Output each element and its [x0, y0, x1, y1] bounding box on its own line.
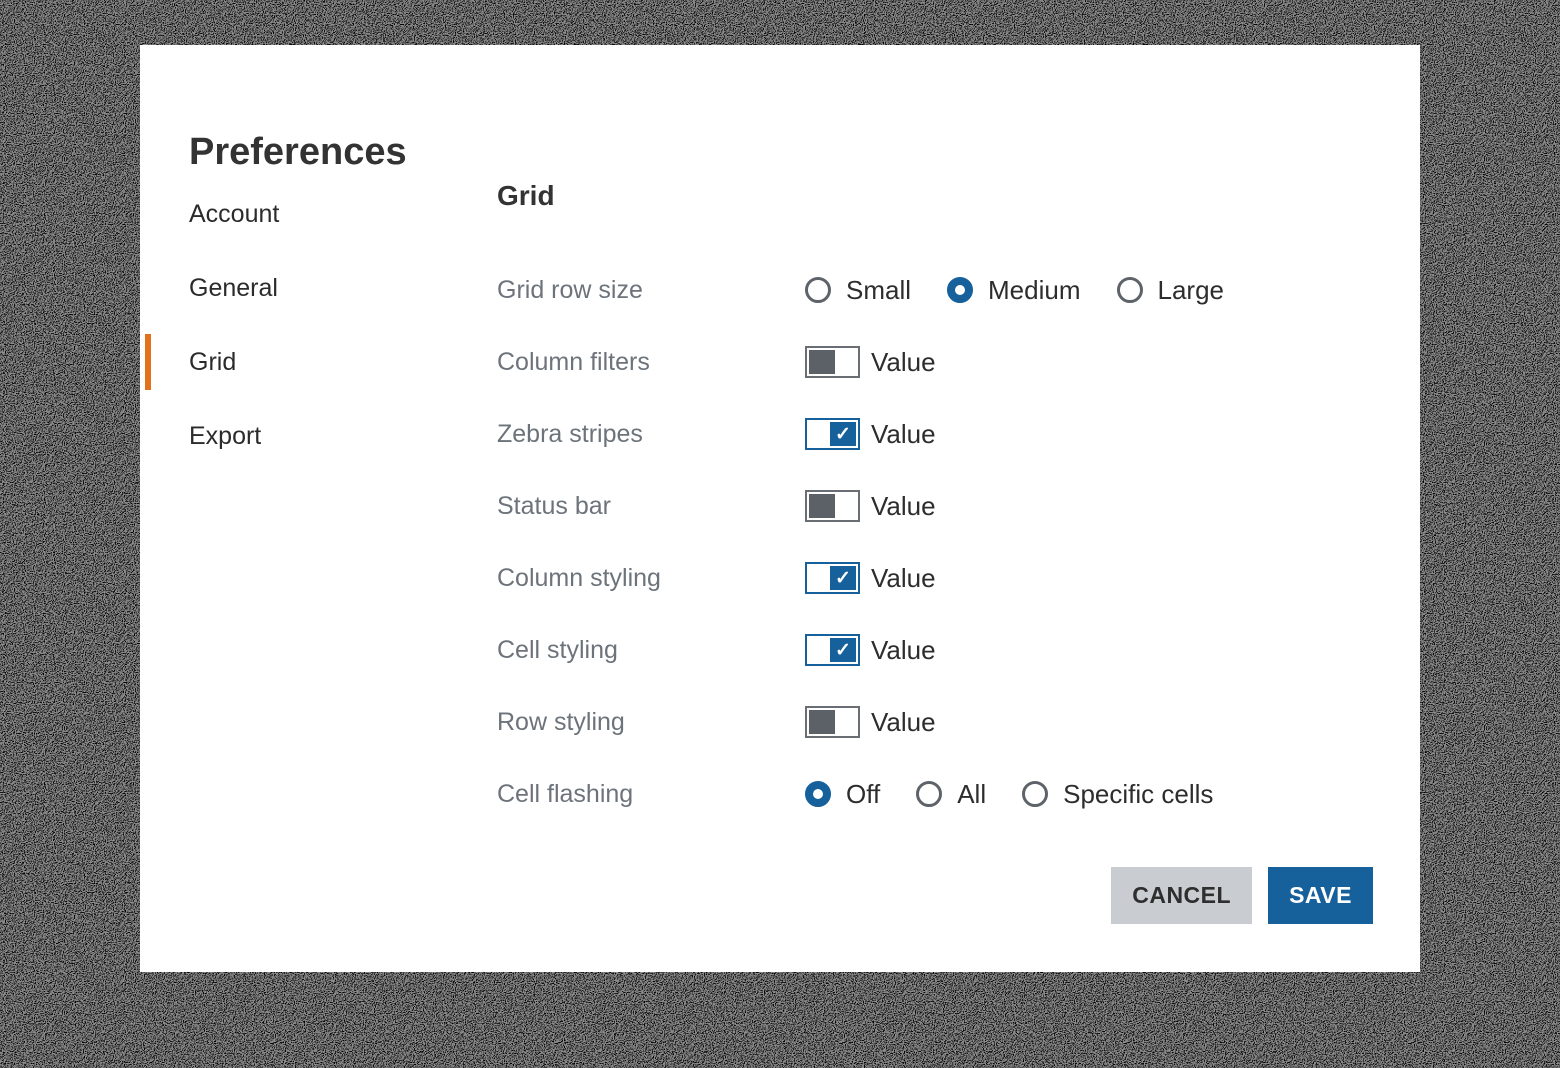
grid-row-size-radio-group: Small Medium Large [805, 275, 1260, 306]
row-styling-toggle[interactable] [805, 706, 860, 738]
row-label: Column styling [497, 564, 805, 593]
row-column-filters: Column filters Value [140, 326, 1420, 398]
radio-option-specific-cells[interactable]: Specific cells [1022, 779, 1213, 810]
toggle-knob [809, 710, 835, 734]
row-label: Cell styling [497, 636, 805, 665]
value-label: Value [871, 563, 936, 594]
row-cell-styling: Cell styling ✓ Value [140, 614, 1420, 686]
radio-icon [916, 781, 942, 807]
panel-heading: Grid [497, 181, 555, 212]
row-label: Column filters [497, 348, 805, 377]
radio-selected-icon [805, 781, 831, 807]
status-bar-toggle[interactable] [805, 490, 860, 522]
row-label: Row styling [497, 708, 805, 737]
row-cell-flashing: Cell flashing Off All Specific cells [140, 758, 1420, 830]
radio-option-all[interactable]: All [916, 779, 986, 810]
settings-rows: Grid row size Small Medium Large Column … [140, 254, 1420, 830]
value-label: Value [871, 707, 936, 738]
row-column-styling: Column styling ✓ Value [140, 542, 1420, 614]
zebra-stripes-toggle[interactable]: ✓ [805, 418, 860, 450]
row-grid-row-size: Grid row size Small Medium Large [140, 254, 1420, 326]
check-icon: ✓ [830, 422, 856, 446]
sidebar-item-label: Account [189, 200, 279, 229]
radio-option-small[interactable]: Small [805, 275, 911, 306]
preferences-dialog: Preferences Account General Grid Export … [140, 45, 1420, 972]
value-label: Value [871, 635, 936, 666]
row-label: Cell flashing [497, 780, 805, 809]
value-label: Value [871, 491, 936, 522]
row-zebra-stripes: Zebra stripes ✓ Value [140, 398, 1420, 470]
column-styling-toggle[interactable]: ✓ [805, 562, 860, 594]
dialog-footer: CANCEL SAVE [1111, 867, 1373, 924]
value-label: Value [871, 419, 936, 450]
radio-selected-icon [947, 277, 973, 303]
row-status-bar: Status bar Value [140, 470, 1420, 542]
toggle-knob [809, 350, 835, 374]
radio-icon [1117, 277, 1143, 303]
check-icon: ✓ [830, 566, 856, 590]
row-label: Grid row size [497, 276, 805, 305]
row-row-styling: Row styling Value [140, 686, 1420, 758]
save-button[interactable]: SAVE [1268, 867, 1373, 924]
column-filters-toggle[interactable] [805, 346, 860, 378]
row-label: Zebra stripes [497, 420, 805, 449]
cell-styling-toggle[interactable]: ✓ [805, 634, 860, 666]
dialog-title: Preferences [189, 133, 407, 171]
cancel-button[interactable]: CANCEL [1111, 867, 1252, 924]
check-icon: ✓ [830, 638, 856, 662]
radio-option-medium[interactable]: Medium [947, 275, 1080, 306]
cell-flashing-radio-group: Off All Specific cells [805, 779, 1249, 810]
value-label: Value [871, 347, 936, 378]
sidebar-item-account[interactable]: Account [140, 177, 470, 251]
radio-option-large[interactable]: Large [1117, 275, 1225, 306]
radio-icon [805, 277, 831, 303]
toggle-knob [809, 494, 835, 518]
radio-option-off[interactable]: Off [805, 779, 880, 810]
radio-icon [1022, 781, 1048, 807]
row-label: Status bar [497, 492, 805, 521]
